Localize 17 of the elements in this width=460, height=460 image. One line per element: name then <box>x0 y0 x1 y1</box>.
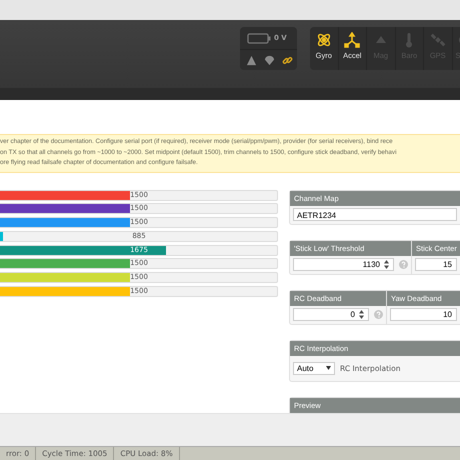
link-icon <box>282 54 293 66</box>
number-field[interactable]: 0 <box>293 308 369 321</box>
atom-icon <box>316 32 332 48</box>
number-field[interactable]: 1130 <box>293 258 394 271</box>
axes-icon <box>344 32 360 48</box>
select-field[interactable]: Auto <box>293 362 335 374</box>
spinner-icon[interactable] <box>359 310 364 319</box>
parachute-icon <box>264 54 275 66</box>
satellite-icon <box>430 32 446 48</box>
arrow-icon <box>376 36 386 43</box>
number-field[interactable]: 15 <box>415 258 457 271</box>
battery-icon <box>247 32 271 44</box>
caret-icon <box>326 366 331 370</box>
input-field[interactable]: AETR1234 <box>293 208 457 221</box>
warning-icon <box>246 54 257 66</box>
number-field[interactable]: 10 <box>390 308 457 321</box>
spinner-icon[interactable] <box>384 260 389 269</box>
